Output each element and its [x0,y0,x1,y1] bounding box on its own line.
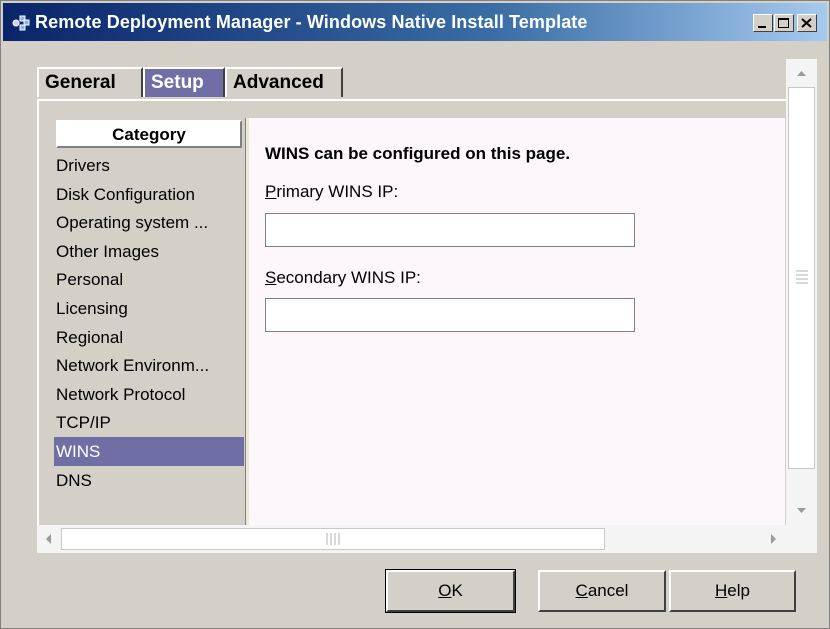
help-mnemonic: H [715,581,728,600]
secondary-wins-ip-input[interactable] [265,298,635,332]
category-header[interactable]: Category [56,120,242,148]
scroll-down-button[interactable] [786,497,817,525]
primary-wins-ip-input[interactable] [265,213,635,247]
arrow-up-icon [797,71,806,76]
content-pane: WINS can be configured on this page. Pri… [249,118,785,526]
page-heading: WINS can be configured on this page. [265,144,571,163]
primary-mnemonic: P [265,182,277,201]
primary-label-text: rimary WINS IP: [276,182,399,201]
tab-setup[interactable]: Setup [143,67,225,97]
close-button[interactable] [797,14,817,32]
vertical-scrollbar[interactable] [786,59,817,525]
primary-wins-label: Primary WINS IP: [265,182,398,202]
category-item[interactable]: Personal [54,265,244,294]
arrow-left-icon[interactable] [37,525,61,553]
title-bar[interactable]: Remote Deployment Manager - Windows Nati… [3,3,827,41]
category-item[interactable]: Licensing [54,294,244,323]
category-item[interactable]: Operating system ... [54,208,244,237]
grip-icon [796,270,808,284]
category-item[interactable]: Drivers [54,151,244,180]
maximize-button[interactable] [774,14,794,32]
category-item[interactable]: TCP/IP [54,408,244,437]
cancel-mnemonic: C [575,581,588,600]
category-item[interactable]: Regional [54,323,244,352]
scroll-up-button[interactable] [786,59,817,87]
ok-mnemonic: O [438,581,452,600]
vertical-scroll-thumb[interactable] [788,87,815,469]
arrow-right-icon[interactable] [761,525,785,553]
cancel-button[interactable]: Cancel [538,570,666,612]
horizontal-scroll-thumb[interactable] [61,528,605,550]
category-item[interactable]: Network Environm... [54,351,244,380]
category-item[interactable]: Other Images [54,237,244,266]
secondary-wins-label: Secondary WINS IP: [265,268,421,288]
category-item[interactable]: WINS [54,436,244,466]
tab-general[interactable]: General [37,67,143,97]
minimize-icon [758,26,766,28]
ok-button[interactable]: OK [385,569,516,613]
category-items: Drivers Disk Configuration Operating syste… [54,151,244,494]
minimize-button[interactable] [753,14,773,32]
app-icon [11,14,31,32]
secondary-label-text: econdary WINS IP: [276,268,421,287]
horizontal-scrollbar[interactable] [37,525,817,553]
ok-label: K [451,581,463,600]
maximize-icon [778,18,789,28]
help-label: elp [727,581,750,600]
grip-icon [326,533,340,545]
secondary-mnemonic: S [265,268,277,287]
category-item[interactable]: Network Protocol [54,380,244,409]
category-item[interactable]: Disk Configuration [54,180,244,209]
close-icon [801,18,812,28]
category-list[interactable]: Category Drivers Disk Configuration Operat… [54,118,244,526]
window-title: Remote Deployment Manager - Windows Nati… [35,12,588,32]
arrow-down-icon [797,508,806,513]
cancel-label: ancel [587,581,629,600]
category-item[interactable]: DNS [54,466,244,495]
dialog-window: Remote Deployment Manager - Windows Nati… [0,0,830,629]
tab-advanced[interactable]: Advanced [225,67,343,97]
help-button[interactable]: Help [669,570,796,612]
